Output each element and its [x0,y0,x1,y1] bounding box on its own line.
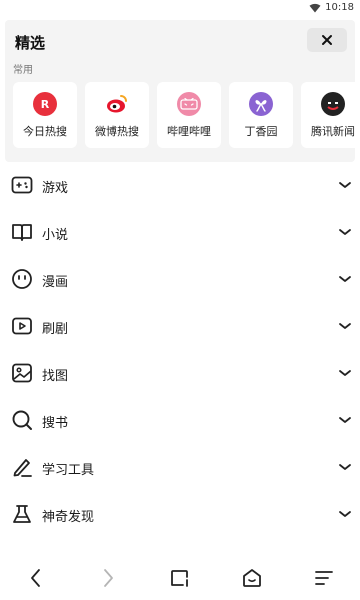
svg-text:R: R [41,98,50,111]
list-item-label: 学习工具 [42,463,95,478]
list-item-games[interactable]: 游戏 [0,162,360,209]
chevron-down-icon [339,464,351,470]
quick-item-today-hot[interactable]: R 今日热搜 [13,82,77,148]
bilibili-icon [177,92,201,116]
tabs-icon [171,570,188,587]
status-bar: 10:18 [0,0,360,18]
chevron-down-icon [339,276,351,282]
flask-icon [13,505,31,523]
quick-item-weibo[interactable]: 微博热搜 [85,82,149,148]
home-icon [243,569,261,587]
chevron-down-icon [339,417,351,423]
tencent-news-icon [321,92,345,116]
section-label: 常用 [13,65,33,76]
menu-button[interactable] [310,564,338,592]
forward-icon [104,569,113,587]
close-button[interactable] [307,28,347,52]
chevron-down-icon [339,370,351,376]
status-time: 10:18 [325,2,354,13]
close-icon [322,35,332,45]
quick-access-row: R 今日热搜 微博热搜 哔哩哔哩 丁香园 腾讯新闻 [13,82,355,148]
list-item-novels[interactable]: 小说 [0,209,360,256]
face-icon [12,269,32,289]
home-button[interactable] [238,564,266,592]
back-button[interactable] [22,564,50,592]
quick-item-dingxiangyuan[interactable]: 丁香园 [229,82,293,148]
quick-item-label: 腾讯新闻 [311,125,355,138]
list-item-images[interactable]: 找图 [0,350,360,397]
list-item-label: 神奇发现 [42,510,95,525]
list-item-discoveries[interactable]: 神奇发现 [0,491,360,538]
quick-item-label: 丁香园 [244,125,278,138]
book-icon [12,224,32,241]
list-item-label: 小说 [42,228,69,243]
list-item-label: 搜书 [42,416,69,431]
list-item-label: 游戏 [42,181,69,196]
weibo-icon [105,92,129,116]
menu-icon [315,571,333,585]
quick-item-label: 今日热搜 [23,125,67,138]
back-icon [31,569,40,587]
quick-item-tencent-news[interactable]: 腾讯新闻 [301,82,355,148]
tabs-button[interactable] [166,564,194,592]
dingxiangyuan-icon [249,92,273,116]
quick-item-label: 微博热搜 [95,125,139,138]
wifi-icon [309,3,321,12]
list-item-label: 漫画 [42,275,69,290]
quick-item-bilibili[interactable]: 哔哩哔哩 [157,82,221,148]
pen-icon [13,459,32,477]
list-item-comics[interactable]: 漫画 [0,256,360,303]
chevron-down-icon [339,511,351,517]
play-icon [12,317,32,335]
image-icon [12,363,32,383]
gamepad-icon [11,176,33,194]
list-item-study-tools[interactable]: 学习工具 [0,444,360,491]
quick-item-label: 哔哩哔哩 [167,125,211,138]
today-hot-search-icon: R [33,92,57,116]
featured-panel: 精选 常用 R 今日热搜 微博热搜 哔哩哔哩 丁香园 腾讯新闻 [5,20,355,162]
panel-title: 精选 [15,34,46,52]
chevron-down-icon [339,229,351,235]
list-item-shows[interactable]: 刷剧 [0,303,360,350]
search-icon [12,410,32,430]
chevron-down-icon [339,182,351,188]
list-item-label: 找图 [42,369,69,384]
chevron-down-icon [339,323,351,329]
bottom-nav-bar [0,556,360,600]
status-right: 10:18 [309,2,354,13]
list-item-book-search[interactable]: 搜书 [0,397,360,444]
list-item-label: 刷剧 [42,322,69,337]
forward-button[interactable] [94,564,122,592]
